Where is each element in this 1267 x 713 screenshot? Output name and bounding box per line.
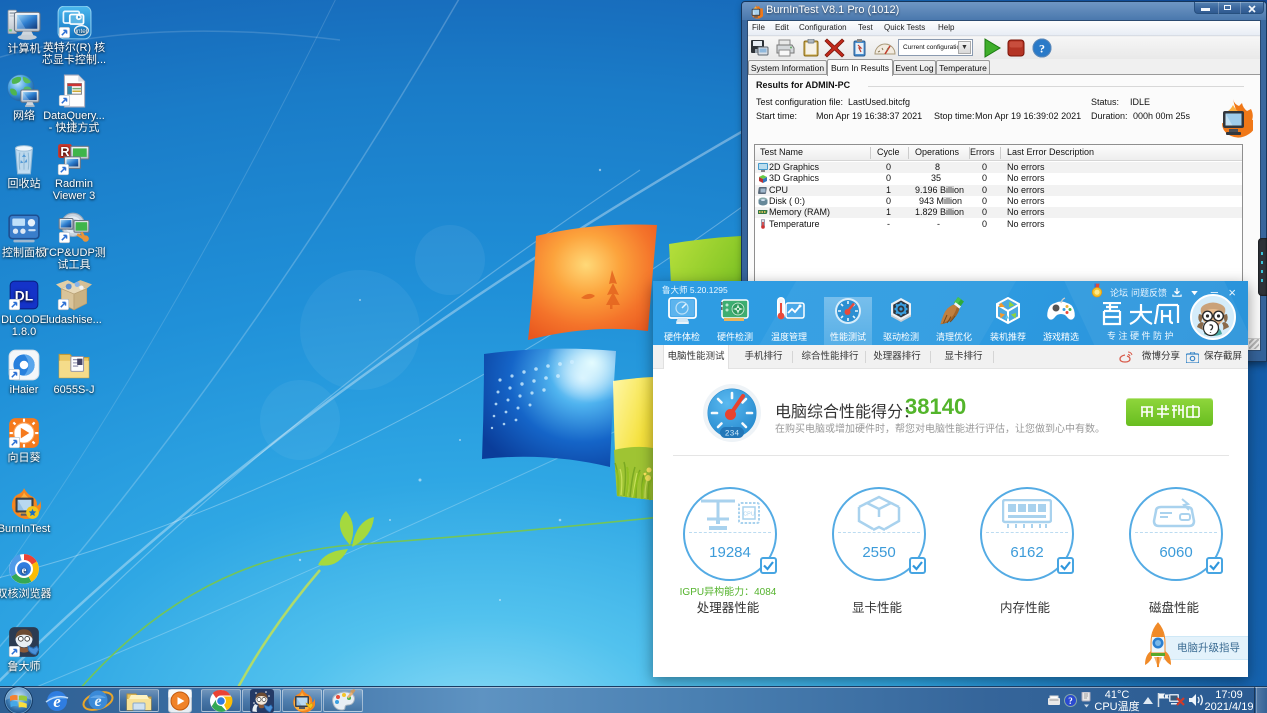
svg-text:CPU: CPU — [743, 512, 755, 518]
svg-text:e: e — [22, 565, 27, 576]
svg-text:e: e — [94, 693, 101, 710]
svg-text:intel: intel — [76, 28, 88, 35]
svg-text:234: 234 — [725, 430, 740, 439]
svg-text:?: ? — [1068, 696, 1073, 706]
svg-text:?: ? — [1039, 42, 1045, 56]
svg-text:e: e — [53, 692, 61, 711]
